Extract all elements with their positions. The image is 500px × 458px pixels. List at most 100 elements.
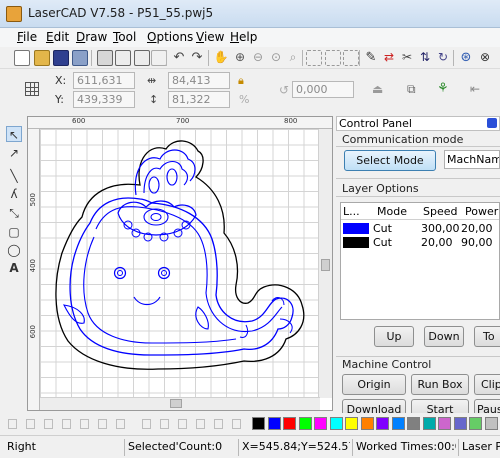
delete-icon[interactable]: [151, 50, 167, 66]
vertical-scrollbar[interactable]: [318, 129, 332, 398]
drawing-canvas[interactable]: 600 700 800 500 400 600: [27, 116, 333, 411]
color-swatch[interactable]: [391, 417, 405, 430]
align-left-icon[interactable]: [8, 419, 17, 429]
color-swatch[interactable]: [438, 417, 451, 430]
control-panel-pin-icon[interactable]: [487, 118, 497, 128]
zoom-fit-icon[interactable]: ⊙: [268, 50, 284, 66]
align-bottom-icon[interactable]: [62, 419, 71, 429]
same-size-icon[interactable]: [214, 419, 223, 429]
pause-button[interactable]: Pause: [474, 399, 500, 413]
text-tool-icon[interactable]: A: [6, 260, 22, 276]
distribute-h-icon[interactable]: [142, 419, 151, 429]
color-swatch[interactable]: [484, 417, 498, 430]
group-icon[interactable]: [325, 50, 341, 66]
vertical-scroll-thumb[interactable]: [321, 259, 330, 271]
lock-icon[interactable]: 🔒︎: [238, 74, 244, 88]
layer-down-button[interactable]: Down: [424, 326, 464, 347]
array-icon[interactable]: ⧉: [407, 82, 416, 97]
save-icon[interactable]: [53, 50, 69, 66]
align-right-icon[interactable]: [26, 419, 35, 429]
color-swatch[interactable]: [453, 417, 467, 430]
align-center-icon[interactable]: [116, 419, 125, 429]
cut-icon[interactable]: [97, 50, 113, 66]
color-swatch[interactable]: [252, 417, 265, 430]
menu-view[interactable]: View: [196, 30, 224, 44]
horizontal-scroll-thumb[interactable]: [170, 399, 182, 408]
node-edit-icon[interactable]: ✎: [363, 50, 379, 66]
color-swatch[interactable]: [360, 417, 374, 430]
column-header-mode[interactable]: Mode: [377, 205, 407, 218]
color-swatch[interactable]: [267, 417, 281, 430]
menu-edit[interactable]: Edit: [46, 30, 69, 44]
menu-tool[interactable]: Tool: [113, 30, 136, 44]
align-hcenter-icon[interactable]: [80, 419, 89, 429]
color-swatch[interactable]: [422, 417, 436, 430]
rotate-field[interactable]: 0,000: [292, 81, 354, 98]
mirror-icon[interactable]: ⏏: [372, 82, 383, 96]
cut-path-icon[interactable]: ✂: [399, 50, 415, 66]
column-header-power[interactable]: Power: [465, 205, 498, 218]
start-button[interactable]: Start: [411, 399, 469, 413]
machine-icon[interactable]: ⊗: [477, 50, 493, 66]
table-row[interactable]: Cut 20,00 90,00: [341, 236, 499, 249]
origin-button[interactable]: Origin: [342, 374, 406, 395]
table-row[interactable]: Cut 300,00 20,00: [341, 222, 499, 235]
clip-button[interactable]: Clip: [474, 374, 500, 395]
redo-icon[interactable]: ↷: [189, 50, 205, 66]
new-file-icon[interactable]: [14, 50, 30, 66]
design-area[interactable]: [40, 129, 320, 399]
curve-tool-icon[interactable]: ⤡: [6, 205, 22, 221]
align-icon[interactable]: ⇤: [470, 82, 480, 96]
layer-top-button[interactable]: To: [474, 326, 500, 347]
node-tool-icon[interactable]: ↗: [6, 145, 22, 161]
zoom-in-icon[interactable]: ⊕: [232, 50, 248, 66]
polyline-tool-icon[interactable]: ʎ: [6, 186, 22, 202]
menu-draw[interactable]: Draw: [76, 30, 107, 44]
color-swatch[interactable]: [407, 417, 420, 430]
color-swatch[interactable]: [329, 417, 343, 430]
run-box-button[interactable]: Run Box: [411, 374, 469, 395]
align-top-icon[interactable]: [44, 419, 53, 429]
same-height-icon[interactable]: [196, 419, 205, 429]
paste-icon[interactable]: [134, 50, 150, 66]
align-grid-icon[interactable]: [306, 50, 322, 66]
select-mode-button[interactable]: Select Mode: [344, 150, 436, 171]
column-header-layer[interactable]: L...: [343, 205, 360, 218]
color-swatch[interactable]: [283, 417, 296, 430]
simulate-icon[interactable]: ↻: [435, 50, 451, 66]
x-field[interactable]: 611,631: [73, 72, 135, 89]
menu-options[interactable]: Options: [147, 30, 193, 44]
column-header-speed[interactable]: Speed: [423, 205, 457, 218]
distribute-v-icon[interactable]: [160, 419, 169, 429]
zoom-page-icon[interactable]: ⌕: [285, 50, 301, 66]
same-width-icon[interactable]: [178, 419, 187, 429]
color-swatch[interactable]: [314, 417, 327, 430]
align-vcenter-icon[interactable]: [98, 419, 107, 429]
undo-icon[interactable]: ↶: [171, 50, 187, 66]
layer-tree-icon[interactable]: ⚘: [437, 81, 449, 96]
layer-up-button[interactable]: Up: [374, 326, 414, 347]
menu-help[interactable]: Help: [230, 30, 257, 44]
color-swatch[interactable]: [345, 417, 358, 430]
layer-table[interactable]: L... Mode Speed Power Cut 300,00 20,00 C…: [340, 202, 500, 320]
color-swatch[interactable]: [298, 417, 312, 430]
zoom-out-icon[interactable]: ⊖: [250, 50, 266, 66]
color-swatch[interactable]: [469, 417, 482, 430]
horizontal-scrollbar[interactable]: [40, 397, 320, 410]
height-field[interactable]: 81,322: [168, 91, 230, 108]
sort-icon[interactable]: ⇅: [417, 50, 433, 66]
menu-file[interactable]: File: [17, 30, 37, 44]
rectangle-tool-icon[interactable]: ▢: [6, 224, 22, 240]
select-arrow-icon[interactable]: ↖: [6, 126, 22, 142]
pan-hand-icon[interactable]: ✋: [213, 50, 229, 66]
fit-page-icon[interactable]: [232, 419, 241, 429]
ungroup-icon[interactable]: [343, 50, 359, 66]
import-icon[interactable]: [72, 50, 88, 66]
color-swatch[interactable]: [376, 417, 389, 430]
download-button[interactable]: Download: [342, 399, 406, 413]
machine-name-field[interactable]: MachName: [444, 150, 500, 169]
path-icon[interactable]: ⇄: [381, 50, 397, 66]
ellipse-tool-icon[interactable]: ◯: [6, 242, 22, 258]
line-tool-icon[interactable]: ╲: [6, 168, 22, 184]
copy-icon[interactable]: [115, 50, 131, 66]
